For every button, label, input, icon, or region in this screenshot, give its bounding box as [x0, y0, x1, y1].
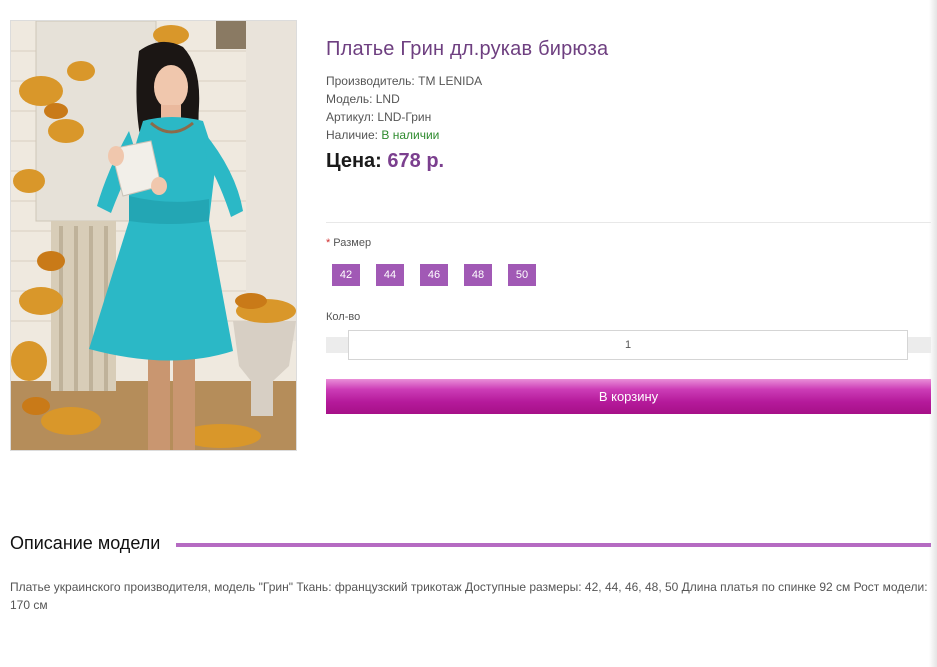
size-label: * Размер — [326, 237, 371, 249]
product-meta: Производитель: TM LENIDA Модель: LND Арт… — [326, 72, 482, 144]
model-label: Модель: — [326, 92, 373, 106]
price-value: 678 р. — [387, 150, 445, 172]
quantity-input[interactable]: 1 — [348, 330, 908, 360]
availability-status: В наличии — [381, 128, 440, 142]
sku-row: Артикул: LND-Грин — [326, 108, 482, 126]
product-photo-illustration — [11, 21, 296, 450]
required-mark: * — [326, 237, 331, 249]
availability-label: Наличие: — [326, 128, 379, 142]
size-option-46[interactable]: 46 — [420, 264, 448, 286]
manufacturer-link[interactable]: TM LENIDA — [418, 74, 482, 88]
product-title: Платье Грин дл.рукав бирюза — [326, 38, 609, 60]
price: Цена: 678 р. — [326, 150, 444, 173]
size-option-44[interactable]: 44 — [376, 264, 404, 286]
description-title-rule — [176, 543, 931, 547]
size-option-42[interactable]: 42 — [332, 264, 360, 286]
manufacturer-label: Производитель: — [326, 74, 415, 88]
size-option-48[interactable]: 48 — [464, 264, 492, 286]
size-option-50[interactable]: 50 — [508, 264, 536, 286]
manufacturer-row: Производитель: TM LENIDA — [326, 72, 482, 90]
availability-row: Наличие: В наличии — [326, 126, 482, 144]
page-edge-shadow — [929, 0, 937, 667]
model-row: Модель: LND — [326, 90, 482, 108]
size-options: 42 44 46 48 50 — [332, 264, 536, 286]
quantity-label: Кол-во — [326, 311, 361, 323]
add-to-cart-button[interactable]: В корзину — [326, 379, 931, 414]
sku-value: LND-Грин — [377, 110, 432, 124]
sku-label: Артикул: — [326, 110, 375, 124]
price-label: Цена: — [326, 150, 382, 172]
description-title: Описание модели — [10, 533, 161, 553]
size-label-text: Размер — [333, 237, 372, 249]
product-image[interactable] — [10, 20, 297, 451]
description-text: Платье украинского производителя, модель… — [10, 580, 928, 612]
divider — [326, 222, 931, 223]
model-value: LND — [375, 92, 400, 106]
